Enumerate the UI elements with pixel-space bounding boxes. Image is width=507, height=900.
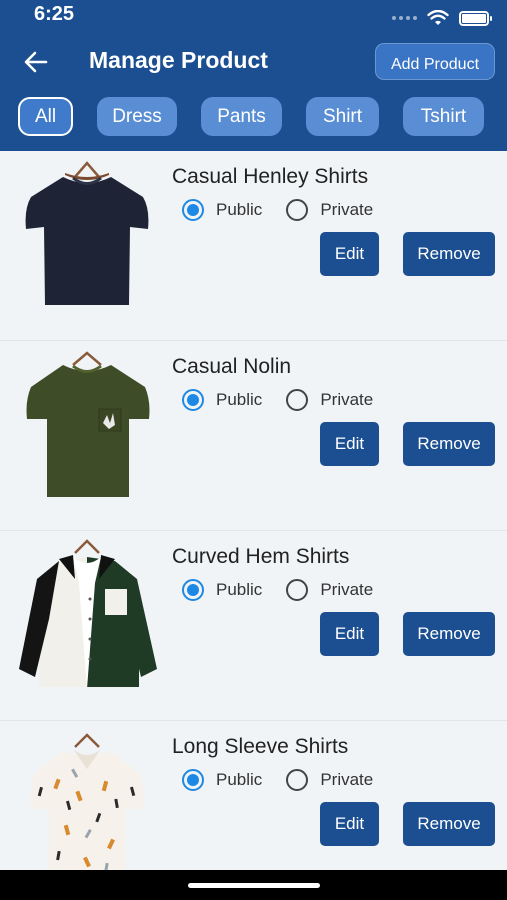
filter-chip-shirt[interactable]: Shirt xyxy=(306,97,379,136)
private-radio[interactable] xyxy=(286,769,309,791)
edit-button[interactable]: Edit xyxy=(320,232,379,276)
public-radio[interactable] xyxy=(182,769,204,791)
private-label: Private xyxy=(320,770,374,789)
page-title: Manage Product xyxy=(89,47,268,73)
public-label: Public xyxy=(216,770,263,789)
product-image-olive-pocket-tshirt xyxy=(26,351,150,497)
private-label: Private xyxy=(320,580,374,599)
public-label: Public xyxy=(216,580,263,599)
remove-button[interactable]: Remove xyxy=(403,802,495,846)
back-arrow-icon[interactable] xyxy=(22,48,50,76)
cellular-signal-icon xyxy=(392,16,417,20)
filter-chip-pants[interactable]: Pants xyxy=(201,97,282,136)
system-navigation-bar xyxy=(0,870,507,900)
visibility-options: Public Private xyxy=(182,199,397,221)
public-radio[interactable] xyxy=(182,579,204,601)
private-radio[interactable] xyxy=(286,389,309,411)
filter-chip-all[interactable]: All xyxy=(18,97,73,136)
visibility-options: Public Private xyxy=(182,769,397,791)
product-item: Casual Nolin Public Private Edit Remove xyxy=(0,341,507,531)
visibility-options: Public Private xyxy=(182,579,397,601)
public-label: Public xyxy=(216,200,263,219)
product-item: Casual Henley Shirts Public Private Edit… xyxy=(0,151,507,341)
product-item: Long Sleeve Shirts Public Private Edit R… xyxy=(0,721,507,870)
filter-chip-dress[interactable]: Dress xyxy=(97,97,177,136)
public-radio[interactable] xyxy=(182,389,204,411)
battery-icon xyxy=(459,10,492,26)
product-name: Long Sleeve Shirts xyxy=(172,735,349,758)
home-indicator[interactable] xyxy=(188,883,320,888)
edit-button[interactable]: Edit xyxy=(320,802,379,846)
public-label: Public xyxy=(216,390,263,409)
visibility-options: Public Private xyxy=(182,389,397,411)
private-label: Private xyxy=(320,390,374,409)
edit-button[interactable]: Edit xyxy=(320,612,379,656)
category-filter-bar: All Dress Pants Shirt Tshirt xyxy=(0,97,507,137)
wifi-icon xyxy=(427,10,449,25)
status-time: 6:25 xyxy=(34,3,75,25)
private-radio[interactable] xyxy=(286,199,309,221)
product-image-colorblock-shirt xyxy=(19,539,157,689)
product-item: Curved Hem Shirts Public Private Edit Re… xyxy=(0,531,507,721)
private-radio[interactable] xyxy=(286,579,309,601)
product-image-navy-tshirt xyxy=(25,161,149,305)
remove-button[interactable]: Remove xyxy=(403,232,495,276)
add-product-button[interactable]: Add Product xyxy=(375,43,495,80)
remove-button[interactable]: Remove xyxy=(403,422,495,466)
app-bar: 6:25 Manage Product Add Product All Dres… xyxy=(0,0,507,151)
edit-button[interactable]: Edit xyxy=(320,422,379,466)
product-image-print-shirt xyxy=(30,733,144,870)
product-list[interactable]: Casual Henley Shirts Public Private Edit… xyxy=(0,151,507,870)
product-name: Casual Nolin xyxy=(172,355,292,378)
product-name: Curved Hem Shirts xyxy=(172,545,350,568)
status-icons xyxy=(392,10,492,26)
public-radio[interactable] xyxy=(182,199,204,221)
remove-button[interactable]: Remove xyxy=(403,612,495,656)
private-label: Private xyxy=(320,200,374,219)
filter-chip-tshirt[interactable]: Tshirt xyxy=(403,97,484,136)
product-name: Casual Henley Shirts xyxy=(172,165,369,188)
